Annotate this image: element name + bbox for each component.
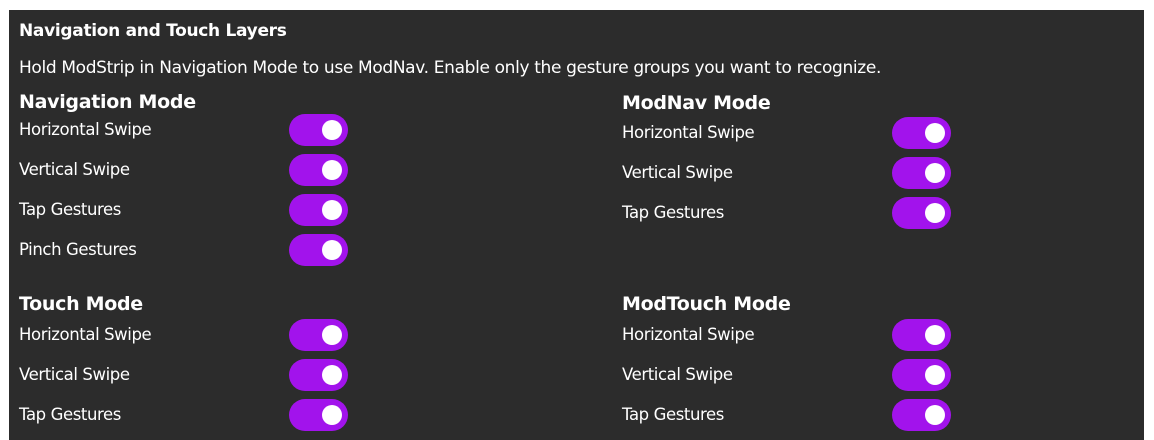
modnav-tap-gestures-row: Tap Gestures (622, 197, 962, 231)
toggle-knob (925, 325, 945, 345)
touch-horizontal-swipe-row: Horizontal Swipe (19, 319, 359, 353)
toggle-knob (322, 405, 342, 425)
toggle-label: Tap Gestures (19, 200, 122, 219)
modnav-horizontal-swipe-row: Horizontal Swipe (622, 117, 962, 151)
modnav-mode-title: ModNav Mode (622, 92, 771, 114)
toggle-knob (925, 123, 945, 143)
toggle-label: Vertical Swipe (19, 365, 130, 384)
navigation-tap-gestures-toggle[interactable] (289, 194, 348, 226)
toggle-label: Horizontal Swipe (622, 123, 755, 142)
touch-vertical-swipe-row: Vertical Swipe (19, 359, 359, 393)
panel-title: Navigation and Touch Layers (19, 21, 287, 41)
touch-mode-title: Touch Mode (19, 293, 143, 315)
toggle-knob (322, 120, 342, 140)
toggle-knob (322, 365, 342, 385)
toggle-label: Tap Gestures (19, 405, 122, 424)
modtouch-horizontal-swipe-toggle[interactable] (892, 319, 951, 351)
navigation-horizontal-swipe-row: Horizontal Swipe (19, 114, 359, 148)
toggle-label: Vertical Swipe (622, 163, 733, 182)
navigation-pinch-gestures-row: Pinch Gestures (19, 234, 359, 268)
touch-tap-gestures-toggle[interactable] (289, 399, 348, 431)
modtouch-vertical-swipe-row: Vertical Swipe (622, 359, 962, 393)
touch-vertical-swipe-toggle[interactable] (289, 359, 348, 391)
toggle-knob (322, 240, 342, 260)
navigation-mode-title: Navigation Mode (19, 91, 196, 113)
navigation-vertical-swipe-row: Vertical Swipe (19, 154, 359, 188)
settings-panel: Navigation and Touch Layers Hold ModStri… (9, 10, 1144, 440)
navigation-vertical-swipe-toggle[interactable] (289, 154, 348, 186)
modtouch-vertical-swipe-toggle[interactable] (892, 359, 951, 391)
toggle-knob (925, 163, 945, 183)
touch-horizontal-swipe-toggle[interactable] (289, 319, 348, 351)
navigation-horizontal-swipe-toggle[interactable] (289, 114, 348, 146)
toggle-knob (322, 160, 342, 180)
toggle-knob (925, 365, 945, 385)
toggle-label: Tap Gestures (622, 405, 725, 424)
toggle-knob (322, 325, 342, 345)
modtouch-tap-gestures-toggle[interactable] (892, 399, 951, 431)
modnav-horizontal-swipe-toggle[interactable] (892, 117, 951, 149)
toggle-knob (925, 405, 945, 425)
toggle-knob (925, 203, 945, 223)
modnav-tap-gestures-toggle[interactable] (892, 197, 951, 229)
toggle-label: Horizontal Swipe (622, 325, 755, 344)
panel-description: Hold ModStrip in Navigation Mode to use … (19, 58, 882, 78)
navigation-pinch-gestures-toggle[interactable] (289, 234, 348, 266)
toggle-label: Horizontal Swipe (19, 120, 152, 139)
touch-tap-gestures-row: Tap Gestures (19, 399, 359, 433)
navigation-tap-gestures-row: Tap Gestures (19, 194, 359, 228)
modtouch-mode-title: ModTouch Mode (622, 293, 791, 315)
toggle-label: Horizontal Swipe (19, 325, 152, 344)
modtouch-tap-gestures-row: Tap Gestures (622, 399, 962, 433)
toggle-label: Vertical Swipe (19, 160, 130, 179)
modnav-vertical-swipe-row: Vertical Swipe (622, 157, 962, 191)
modtouch-horizontal-swipe-row: Horizontal Swipe (622, 319, 962, 353)
toggle-label: Vertical Swipe (622, 365, 733, 384)
toggle-label: Pinch Gestures (19, 240, 137, 259)
toggle-knob (322, 200, 342, 220)
toggle-label: Tap Gestures (622, 203, 725, 222)
modnav-vertical-swipe-toggle[interactable] (892, 157, 951, 189)
